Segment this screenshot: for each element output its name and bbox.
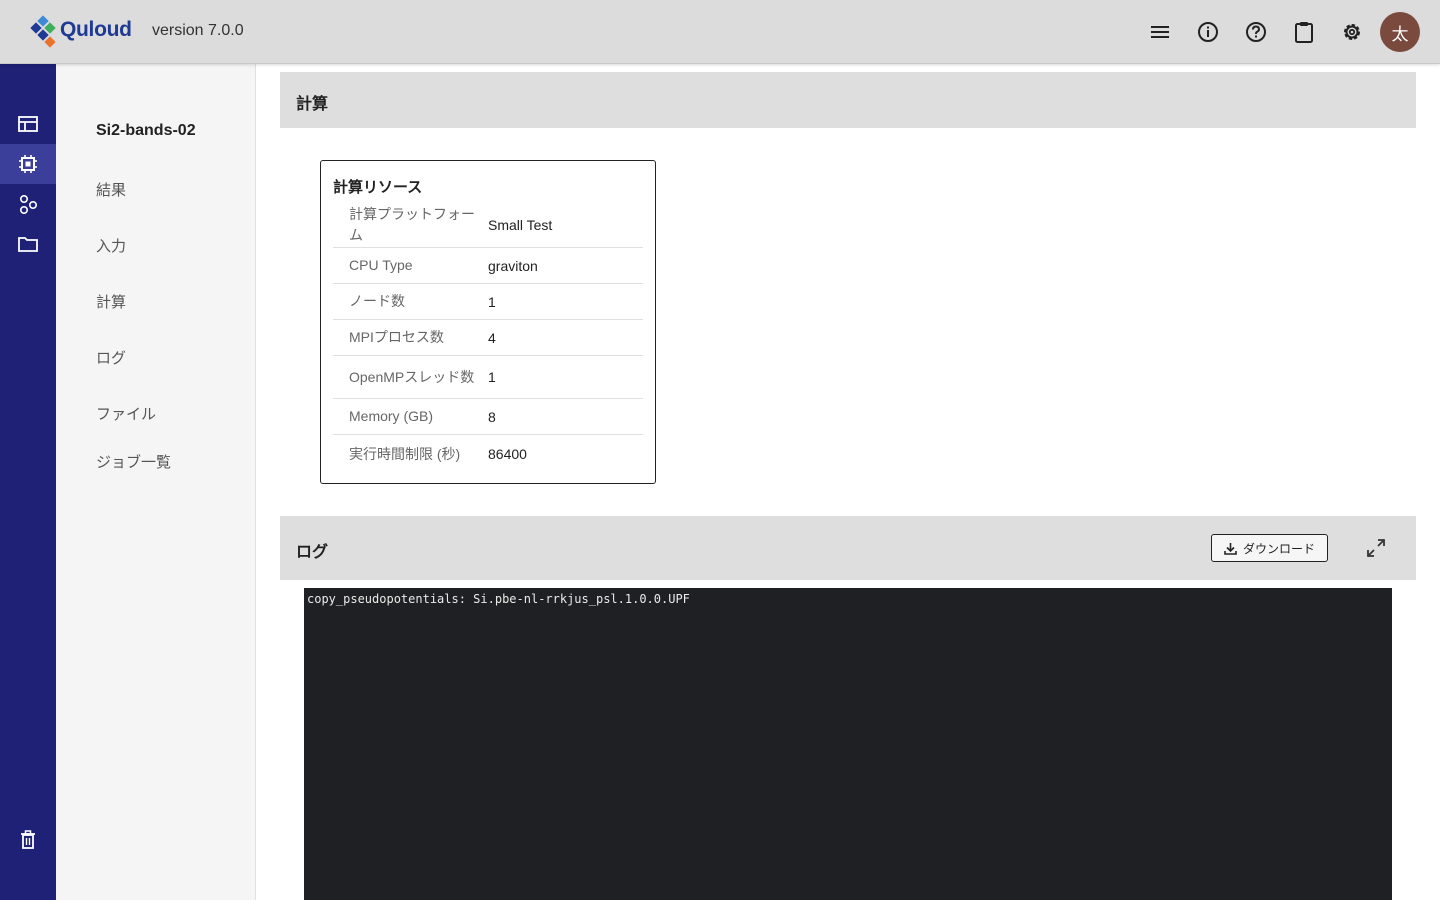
log-output[interactable]: copy_pseudopotentials: Si.pbe-nl-rrkjus_… [304, 588, 1392, 900]
project-sidebar: Si2-bands-02 結果 入力 計算 ログ ファイル ジョブ一覧 [56, 64, 256, 900]
table-row: CPU Type graviton [333, 248, 643, 284]
nav-input[interactable]: 入力 [96, 235, 126, 256]
resource-label: Memory (GB) [349, 408, 433, 424]
table-row: MPIプロセス数 4 [333, 320, 643, 356]
resource-value: 1 [488, 293, 496, 310]
resource-value: 4 [488, 329, 496, 346]
project-title: Si2-bands-02 [96, 122, 196, 139]
left-rail [0, 64, 56, 900]
user-avatar[interactable]: 太 [1380, 12, 1420, 52]
version-label: version 7.0.0 [152, 22, 244, 39]
table-row: OpenMPスレッド数 1 [333, 356, 643, 399]
resource-label: OpenMPスレッド数 [349, 368, 475, 385]
table-row: 実行時間制限 (秒) 86400 [333, 435, 643, 473]
resource-value: 1 [488, 369, 496, 385]
app-header: Quloud version 7.0.0 太 [0, 0, 1440, 64]
info-icon[interactable] [1196, 20, 1220, 44]
resource-value: Small Test [488, 217, 553, 233]
fullscreen-expand-icon[interactable] [1364, 536, 1388, 560]
nav-log[interactable]: ログ [96, 347, 126, 368]
table-row: 計算プラットフォーム Small Test [333, 203, 643, 248]
compute-section-header: 計算 [280, 72, 1416, 128]
resource-label: 実行時間制限 (秒) [349, 445, 461, 462]
menu-icon[interactable] [1148, 20, 1172, 44]
help-icon[interactable] [1244, 20, 1268, 44]
brand-name: Quloud [60, 18, 132, 41]
workflow-icon[interactable] [0, 184, 56, 224]
table-row: Memory (GB) 8 [333, 399, 643, 435]
download-icon [1224, 542, 1237, 555]
nav-compute[interactable]: 計算 [96, 291, 126, 312]
resource-card: 計算リソース 計算プラットフォーム Small Test CPU Type gr… [320, 160, 656, 484]
table-row: ノード数 1 [333, 284, 643, 320]
processor-icon[interactable] [0, 144, 56, 184]
resource-value: 8 [488, 408, 496, 425]
resource-value: 86400 [488, 446, 527, 462]
nav-files[interactable]: ファイル [96, 403, 156, 424]
folder-icon[interactable] [0, 224, 56, 264]
resource-table: 計算プラットフォーム Small Test CPU Type graviton … [333, 203, 643, 473]
quloud-logo-icon [30, 15, 56, 48]
trash-icon[interactable] [0, 820, 56, 860]
nav-job-list[interactable]: ジョブ一覧 [96, 451, 171, 472]
resource-value: graviton [488, 257, 538, 274]
log-line: copy_pseudopotentials: Si.pbe-nl-rrkjus_… [307, 592, 690, 606]
resource-label: 計算プラットフォーム [349, 206, 475, 243]
resource-label: MPIプロセス数 [349, 329, 444, 345]
download-button-label: ダウンロード [1242, 541, 1315, 556]
compute-section-title: 計算 [296, 94, 329, 113]
download-button[interactable]: ダウンロード [1211, 534, 1328, 562]
table-icon[interactable] [0, 104, 56, 144]
clipboard-icon[interactable] [1292, 20, 1316, 44]
resource-card-title: 計算リソース [333, 178, 423, 196]
resource-label: ノード数 [349, 293, 405, 309]
settings-icon[interactable] [1340, 20, 1364, 44]
nav-results[interactable]: 結果 [96, 179, 126, 200]
resource-label: CPU Type [349, 257, 413, 273]
log-section-title: ログ [296, 542, 329, 561]
